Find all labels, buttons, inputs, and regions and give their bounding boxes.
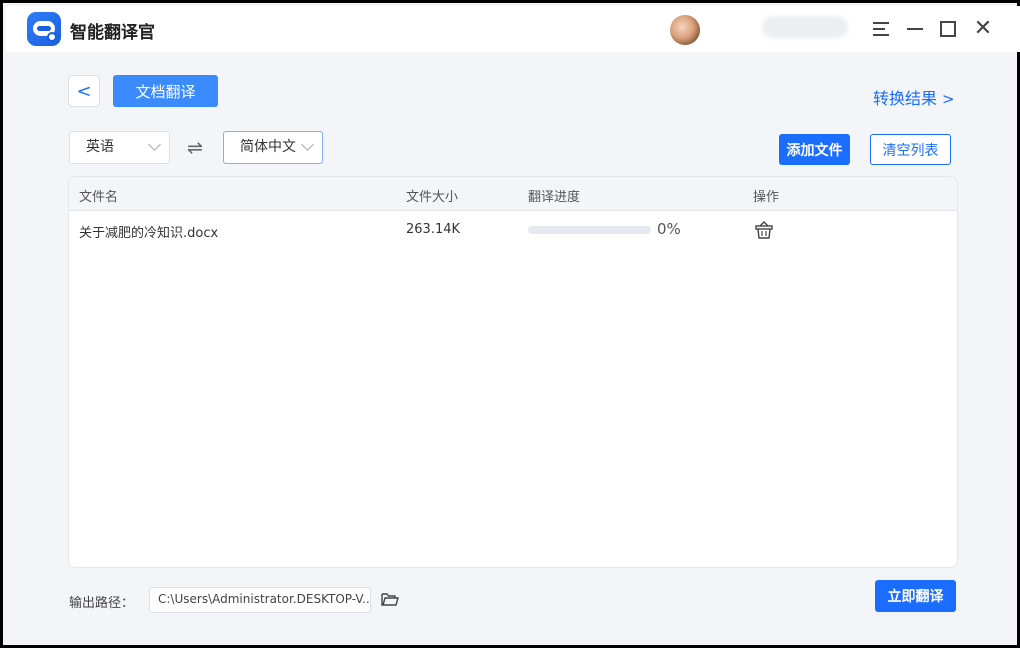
- add-file-button[interactable]: 添加文件: [779, 134, 850, 165]
- close-icon[interactable]: ✕: [972, 18, 994, 40]
- back-button[interactable]: <: [68, 75, 100, 107]
- maximize-icon[interactable]: [937, 18, 959, 40]
- tab-document-translate[interactable]: 文档翻译: [113, 75, 218, 107]
- delete-basket-icon[interactable]: [754, 220, 774, 240]
- source-language-value: 英语: [86, 139, 114, 155]
- file-table: 文件名 文件大小 翻译进度 操作 关于减肥的冷知识.docx 263.14K 0…: [68, 176, 958, 568]
- chevron-down-icon: [148, 138, 161, 151]
- progress-bar: [528, 226, 651, 234]
- app-title: 智能翻译官: [70, 23, 155, 43]
- table-row: 关于减肥的冷知识.docx 263.14K 0%: [69, 211, 957, 249]
- output-path-label: 输出路径：: [69, 596, 135, 611]
- column-header-progress: 翻译进度: [528, 190, 581, 205]
- app-logo-icon: [27, 12, 61, 46]
- column-header-size: 文件大小: [406, 190, 459, 205]
- minimize-icon[interactable]: [904, 18, 926, 40]
- target-language-value: 简体中文: [240, 139, 296, 155]
- avatar[interactable]: [670, 15, 700, 45]
- folder-icon[interactable]: [381, 591, 399, 607]
- clear-list-button[interactable]: 清空列表: [870, 134, 951, 165]
- target-language-select[interactable]: 简体中文: [223, 131, 323, 164]
- output-path-field[interactable]: C:\Users\Administrator.DESKTOP-V...: [149, 587, 371, 613]
- progress-percent: 0%: [657, 220, 681, 238]
- swap-languages-icon[interactable]: ⇌: [187, 137, 203, 159]
- translate-now-button[interactable]: 立即翻译: [875, 580, 956, 612]
- file-name: 关于减肥的冷知识.docx: [79, 226, 219, 241]
- conversion-results-label: 转换结果: [873, 89, 938, 108]
- column-header-filename: 文件名: [79, 190, 119, 205]
- chevron-left-icon: <: [76, 80, 92, 102]
- table-header: 文件名 文件大小 翻译进度 操作: [69, 177, 957, 211]
- source-language-select[interactable]: 英语: [69, 131, 170, 164]
- username-blurred: [762, 16, 848, 38]
- column-header-actions: 操作: [753, 190, 780, 205]
- chevron-down-icon: [301, 138, 314, 151]
- conversion-results-link[interactable]: 转换结果 >: [873, 85, 955, 109]
- file-size: 263.14K: [406, 222, 461, 237]
- title-bar: 智能翻译官 ✕: [6, 6, 1020, 52]
- app-window: 智能翻译官 ✕ < 文档翻译 转换结果 > 英语 ⇌ 简体中文 添加文件 清空列表…: [0, 0, 1020, 648]
- chevron-right-icon: >: [942, 90, 955, 108]
- menu-icon[interactable]: [870, 18, 892, 40]
